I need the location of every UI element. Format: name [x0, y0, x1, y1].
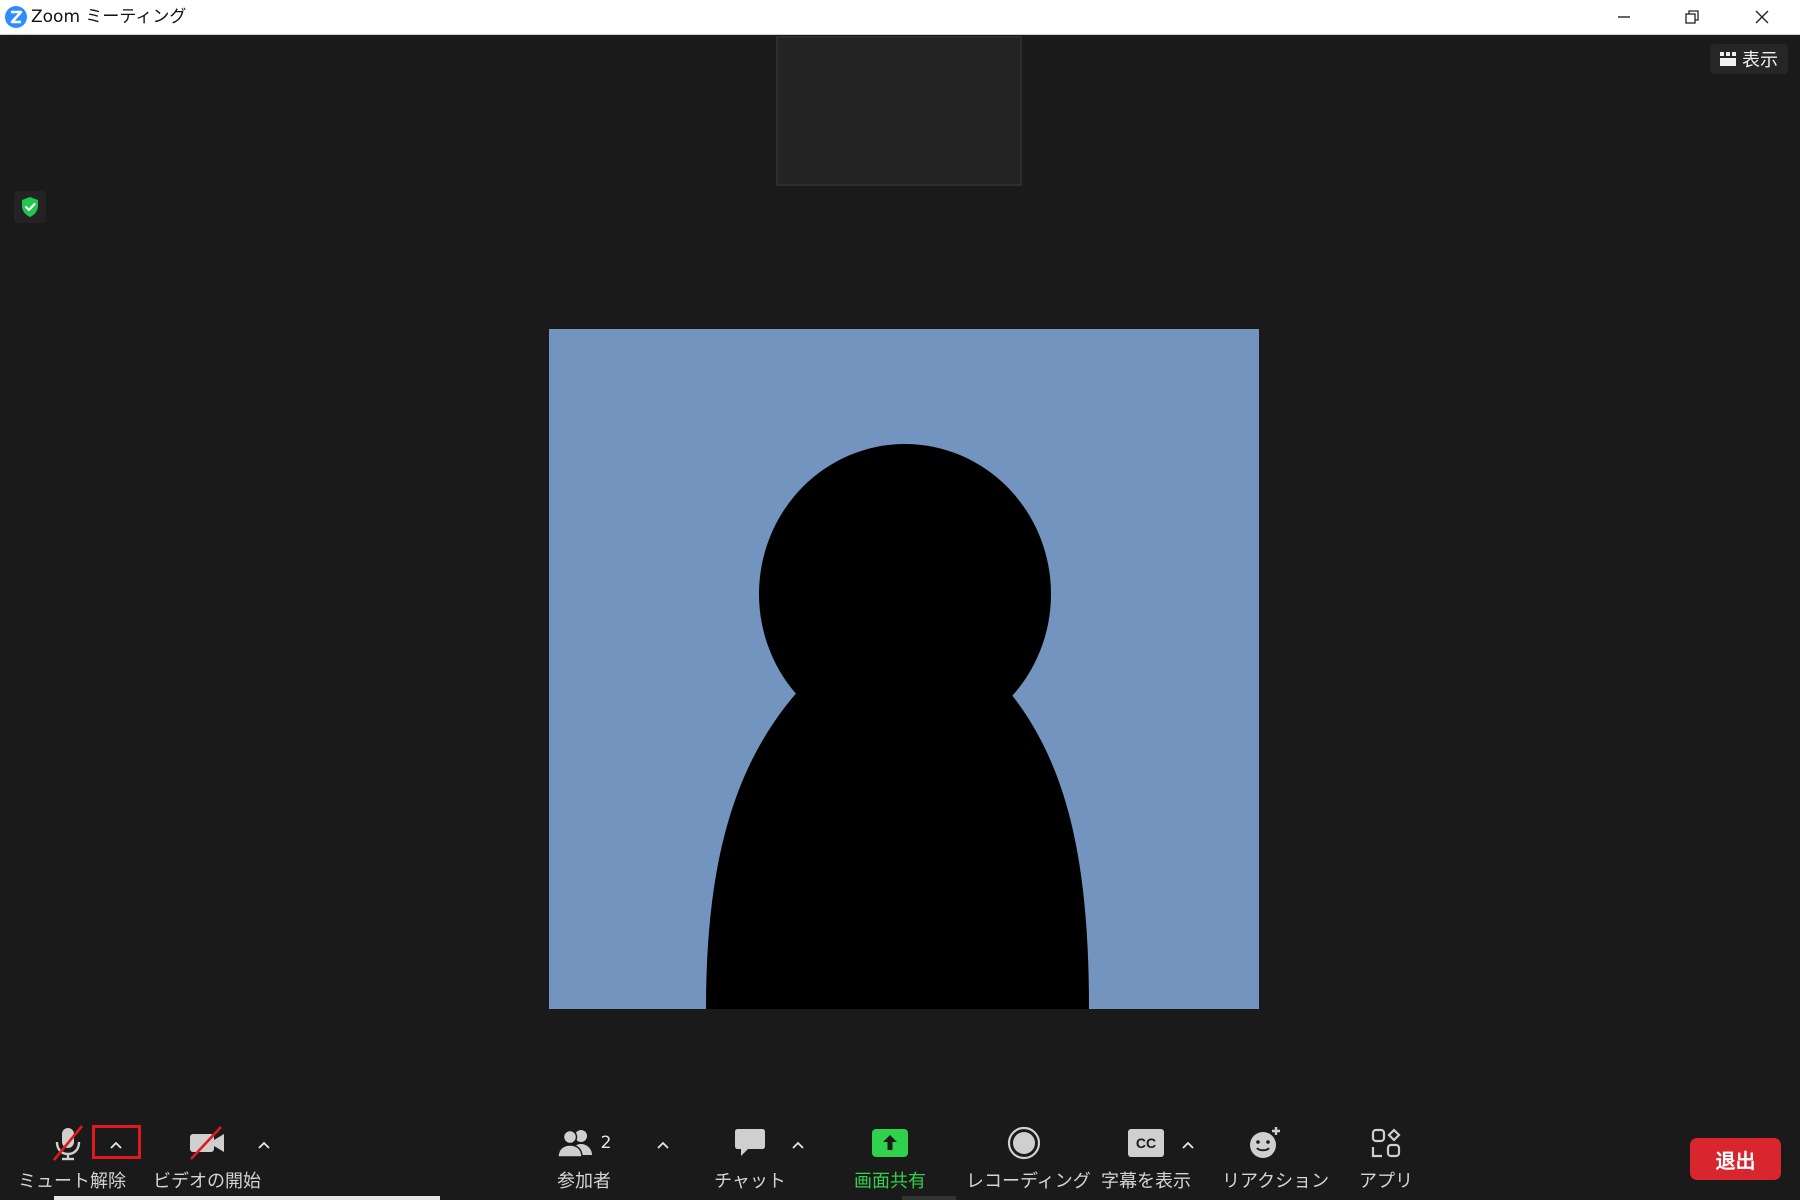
unmute-label: ミュート解除 [18, 1171, 126, 1192]
start-video-label: ビデオの開始 [153, 1171, 261, 1192]
window-title: Zoom ミーティング [31, 7, 187, 27]
chat-options-caret[interactable] [785, 1132, 811, 1158]
restore-button[interactable] [1658, 0, 1726, 34]
avatar-silhouette [706, 444, 1089, 1009]
meeting-stage: 表示 [0, 35, 1800, 1200]
view-button-label: 表示 [1742, 50, 1778, 71]
start-video-button[interactable]: ビデオの開始 [152, 1125, 262, 1197]
record-label: レコーディング [966, 1171, 1091, 1192]
record-button[interactable]: レコーディング [966, 1125, 1091, 1197]
restore-icon [1685, 10, 1699, 24]
toolbar-divider [902, 1196, 956, 1200]
zoom-logo-icon [5, 6, 27, 28]
emoji-plus-icon [1250, 1127, 1280, 1158]
participants-icon [556, 1129, 592, 1158]
participants-label: 参加者 [557, 1171, 611, 1192]
closed-captions-icon: CC [1128, 1129, 1164, 1157]
captions-options-caret[interactable] [1175, 1132, 1201, 1158]
video-options-caret[interactable] [251, 1132, 277, 1158]
share-screen-label: 画面共有 [854, 1171, 926, 1192]
chevron-up-icon [258, 1141, 270, 1149]
microphone-muted-icon [52, 1125, 84, 1161]
chevron-up-icon [657, 1141, 669, 1149]
chat-label: チャット [714, 1171, 786, 1192]
toolbar-divider [54, 1196, 440, 1200]
close-button[interactable] [1728, 0, 1796, 34]
participants-count: 2 [600, 1133, 612, 1153]
share-screen-icon [872, 1129, 908, 1157]
participants-button[interactable]: 2 参加者 [548, 1125, 620, 1197]
share-screen-button[interactable]: 画面共有 [840, 1125, 940, 1197]
video-off-icon [190, 1126, 224, 1160]
security-status[interactable] [14, 191, 46, 223]
captions-label: 字幕を表示 [1101, 1171, 1191, 1192]
apps-label: アプリ [1359, 1171, 1413, 1192]
view-button[interactable]: 表示 [1710, 44, 1788, 74]
participants-options-caret[interactable] [650, 1132, 676, 1158]
reactions-label: リアクション [1222, 1171, 1330, 1192]
minimize-icon [1618, 16, 1630, 18]
self-view-thumbnail[interactable] [776, 36, 1022, 186]
close-icon [1755, 10, 1769, 24]
svg-text:CC: CC [1136, 1135, 1156, 1151]
meeting-toolbar: ミュート解除 ビデオの開始 2 参加者 チャット 画面共有 レコーディング CC… [0, 1085, 1800, 1200]
grid-view-icon [1720, 52, 1736, 66]
record-icon [1007, 1126, 1041, 1160]
title-bar: Zoom ミーティング [0, 0, 1800, 35]
leave-button[interactable]: 退出 [1690, 1138, 1781, 1180]
apps-icon [1371, 1128, 1401, 1158]
minimize-button[interactable] [1590, 0, 1658, 34]
participant-video-tile [549, 329, 1259, 1009]
reactions-button[interactable]: リアクション [1222, 1125, 1330, 1197]
chevron-up-icon [1182, 1141, 1194, 1149]
shield-check-icon [22, 197, 38, 217]
apps-button[interactable]: アプリ [1356, 1125, 1416, 1197]
chat-bubble-icon [735, 1129, 765, 1156]
chevron-up-icon [792, 1141, 804, 1149]
audio-caret-highlight-box [92, 1125, 141, 1159]
chat-button[interactable]: チャット [710, 1125, 790, 1197]
